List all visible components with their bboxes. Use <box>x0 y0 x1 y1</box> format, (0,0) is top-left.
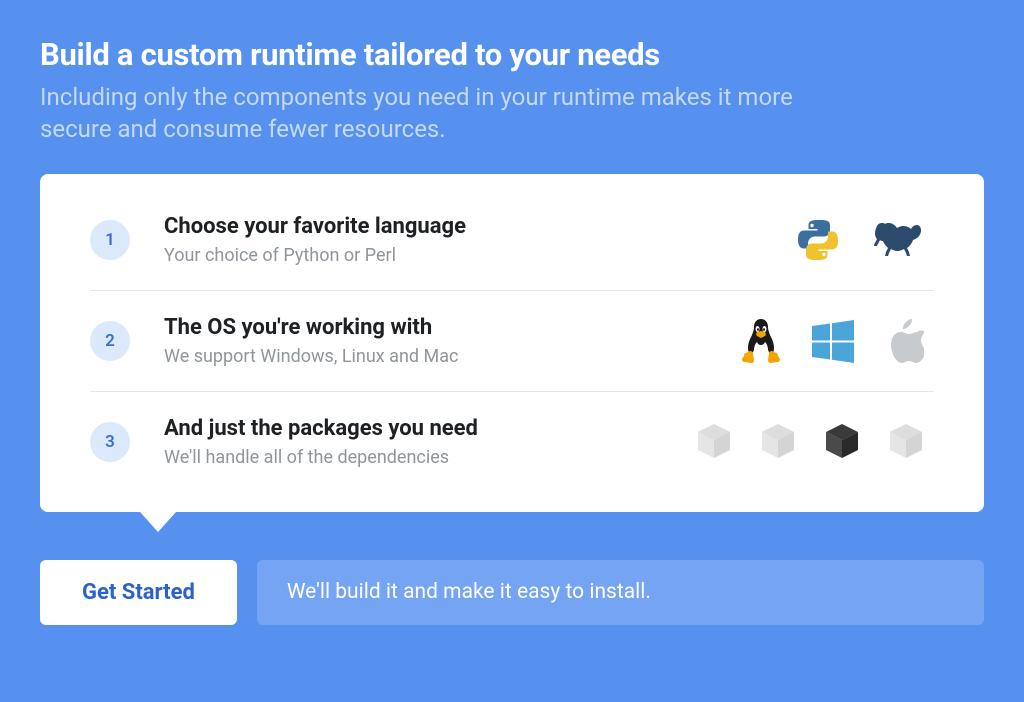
main-container: Build a custom runtime tailored to your … <box>0 0 1024 665</box>
page-title: Build a custom runtime tailored to your … <box>40 36 984 73</box>
step-title: And just the packages you need <box>164 416 696 441</box>
feature-card: 1 Choose your favorite language Your cho… <box>40 174 984 512</box>
windows-icon <box>810 318 856 364</box>
step-icons <box>794 215 934 265</box>
package-icon <box>760 422 796 462</box>
step-number-badge: 3 <box>90 422 130 462</box>
step-title: Choose your favorite language <box>164 214 794 239</box>
step-icons <box>740 317 934 365</box>
actions-row: Get Started We'll build it and make it e… <box>40 560 984 625</box>
package-icon <box>888 422 924 462</box>
get-started-button[interactable]: Get Started <box>40 560 237 625</box>
step-description: We support Windows, Linux and Mac <box>164 346 740 367</box>
step-title: The OS you're working with <box>164 315 740 340</box>
step-number-badge: 2 <box>90 321 130 361</box>
linux-icon <box>740 317 782 365</box>
step-content: The OS you're working with We support Wi… <box>164 315 740 367</box>
card-pointer <box>140 512 176 532</box>
step-content: Choose your favorite language Your choic… <box>164 214 794 266</box>
step-icons <box>696 422 934 462</box>
apple-icon <box>884 317 924 365</box>
python-icon <box>794 216 842 264</box>
step-row: 3 And just the packages you need We'll h… <box>90 392 934 480</box>
card-wrapper: 1 Choose your favorite language Your cho… <box>40 174 984 532</box>
step-description: Your choice of Python or Perl <box>164 245 794 266</box>
step-row: 2 The OS you're working with We support … <box>90 291 934 392</box>
info-message: We'll build it and make it easy to insta… <box>257 560 984 625</box>
package-icon-selected <box>824 422 860 462</box>
package-icon <box>696 422 732 462</box>
page-subtitle: Including only the components you need i… <box>40 81 820 146</box>
step-row: 1 Choose your favorite language Your cho… <box>90 202 934 291</box>
perl-icon <box>870 215 924 265</box>
step-content: And just the packages you need We'll han… <box>164 416 696 468</box>
step-description: We'll handle all of the dependencies <box>164 447 696 468</box>
step-number-badge: 1 <box>90 220 130 260</box>
